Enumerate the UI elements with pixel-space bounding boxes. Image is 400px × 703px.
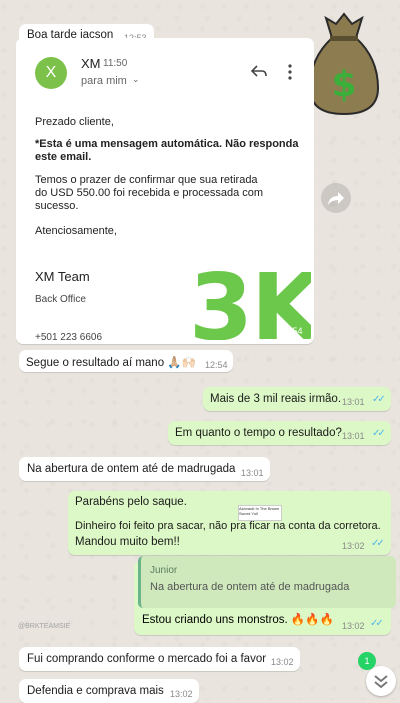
scroll-down-button[interactable] (366, 666, 396, 696)
message-incoming[interactable]: Na abertura de ontem até de madrugada 13… (19, 457, 270, 481)
email-body: Temos o prazer de confirmar que sua reti… (35, 174, 258, 186)
message-time: 13:02 (342, 541, 365, 551)
quote-author: Junior (150, 565, 178, 576)
email-phone: +501 223 6606 (35, 332, 103, 340)
message-time: 13:01 (241, 468, 264, 478)
thumbnail-image: Ashvault In The Brown Sword Yull (238, 505, 282, 521)
watermark: @BRKTEAMSIE (18, 623, 71, 630)
email-greeting: Prezado cliente, (35, 116, 114, 128)
message-text: Fui comprando conforme o mercado foi a f… (27, 653, 267, 665)
thumbnail-text: Ashvault In The Brown Sword Yull (239, 506, 280, 516)
email-notice: este email. (35, 151, 92, 163)
message-text: Dinheiro foi feito pra sacar, não pra fi… (75, 520, 381, 532)
message-text: Parabéns pelo saque. (75, 496, 187, 508)
message-outgoing[interactable]: Em quanto o tempo o resultado? 13:01 ✓✓ (168, 421, 391, 445)
message-time: 13:02 (170, 689, 193, 699)
avatar: X (35, 57, 67, 89)
email-body: sucesso. (35, 200, 79, 212)
reply-icon (251, 65, 267, 77)
double-check-icon: ✓✓ (372, 394, 386, 405)
forward-icon (328, 192, 344, 205)
double-check-icon: ✓✓ (371, 538, 385, 549)
email-time: 11:50 (103, 58, 128, 69)
message-text: Mandou muito bem!! (75, 536, 180, 548)
message-text: Em quanto o tempo o resultado? (175, 427, 342, 439)
message-time: 12:54 (280, 326, 303, 336)
double-check-icon: ✓✓ (372, 428, 386, 439)
message-incoming[interactable]: Defendia e comprava mais 13:02 (19, 679, 199, 703)
svg-text:$: $ (331, 64, 356, 105)
email-screenshot[interactable]: X XM 11:50 para mim ⌄ Prezado cliente, *… (19, 40, 311, 340)
message-text: Na abertura de ontem até de madrugada (27, 463, 236, 475)
money-bag-icon: $ (308, 12, 380, 116)
email-closing: Atenciosamente, (35, 225, 117, 237)
scroll-down-icon (374, 675, 388, 689)
double-check-icon: ✓✓ (370, 618, 384, 629)
message-text: Mais de 3 mil reais irmão. (210, 393, 342, 405)
email-notice: *Esta é uma mensagem automática. Não res… (35, 138, 299, 150)
message-outgoing[interactable]: Parabéns pelo saque. Dinheiro foi feito … (68, 491, 391, 555)
quoted-message[interactable]: Junior Na abertura de ontem até de madru… (138, 556, 396, 608)
chevron-down-icon: ⌄ (132, 74, 140, 84)
message-time: 13:01 (342, 397, 365, 407)
message-time: 13:01 (342, 431, 365, 441)
message-incoming[interactable]: Segue o resultado aí mano 🙏🏼🙌🏻 12:54 (19, 350, 233, 372)
message-text: Defendia e comprava mais (27, 685, 164, 697)
email-department: Back Office (35, 294, 86, 305)
message-text: Segue o resultado aí mano 🙏🏼🙌🏻 (26, 357, 196, 369)
forward-button[interactable] (321, 183, 351, 213)
message-time: 13:02 (342, 621, 365, 631)
message-incoming[interactable]: Fui comprando conforme o mercado foi a f… (19, 647, 300, 671)
more-vert-icon (288, 64, 292, 80)
message-time: 12:54 (205, 360, 228, 370)
email-body: do USD 550.00 foi recebida e processada … (35, 187, 264, 199)
message-time: 13:02 (271, 657, 294, 667)
quote-text: Na abertura de ontem até de madrugada (150, 581, 350, 593)
email-recipient: para mim (81, 75, 127, 87)
message-outgoing[interactable]: Mais de 3 mil reais irmão. 13:01 ✓✓ (203, 387, 391, 411)
email-signature: XM Team (35, 269, 90, 284)
email-sender: XM (81, 56, 101, 71)
message-text: Estou criando uns monstros. 🔥🔥🔥 (142, 614, 334, 626)
